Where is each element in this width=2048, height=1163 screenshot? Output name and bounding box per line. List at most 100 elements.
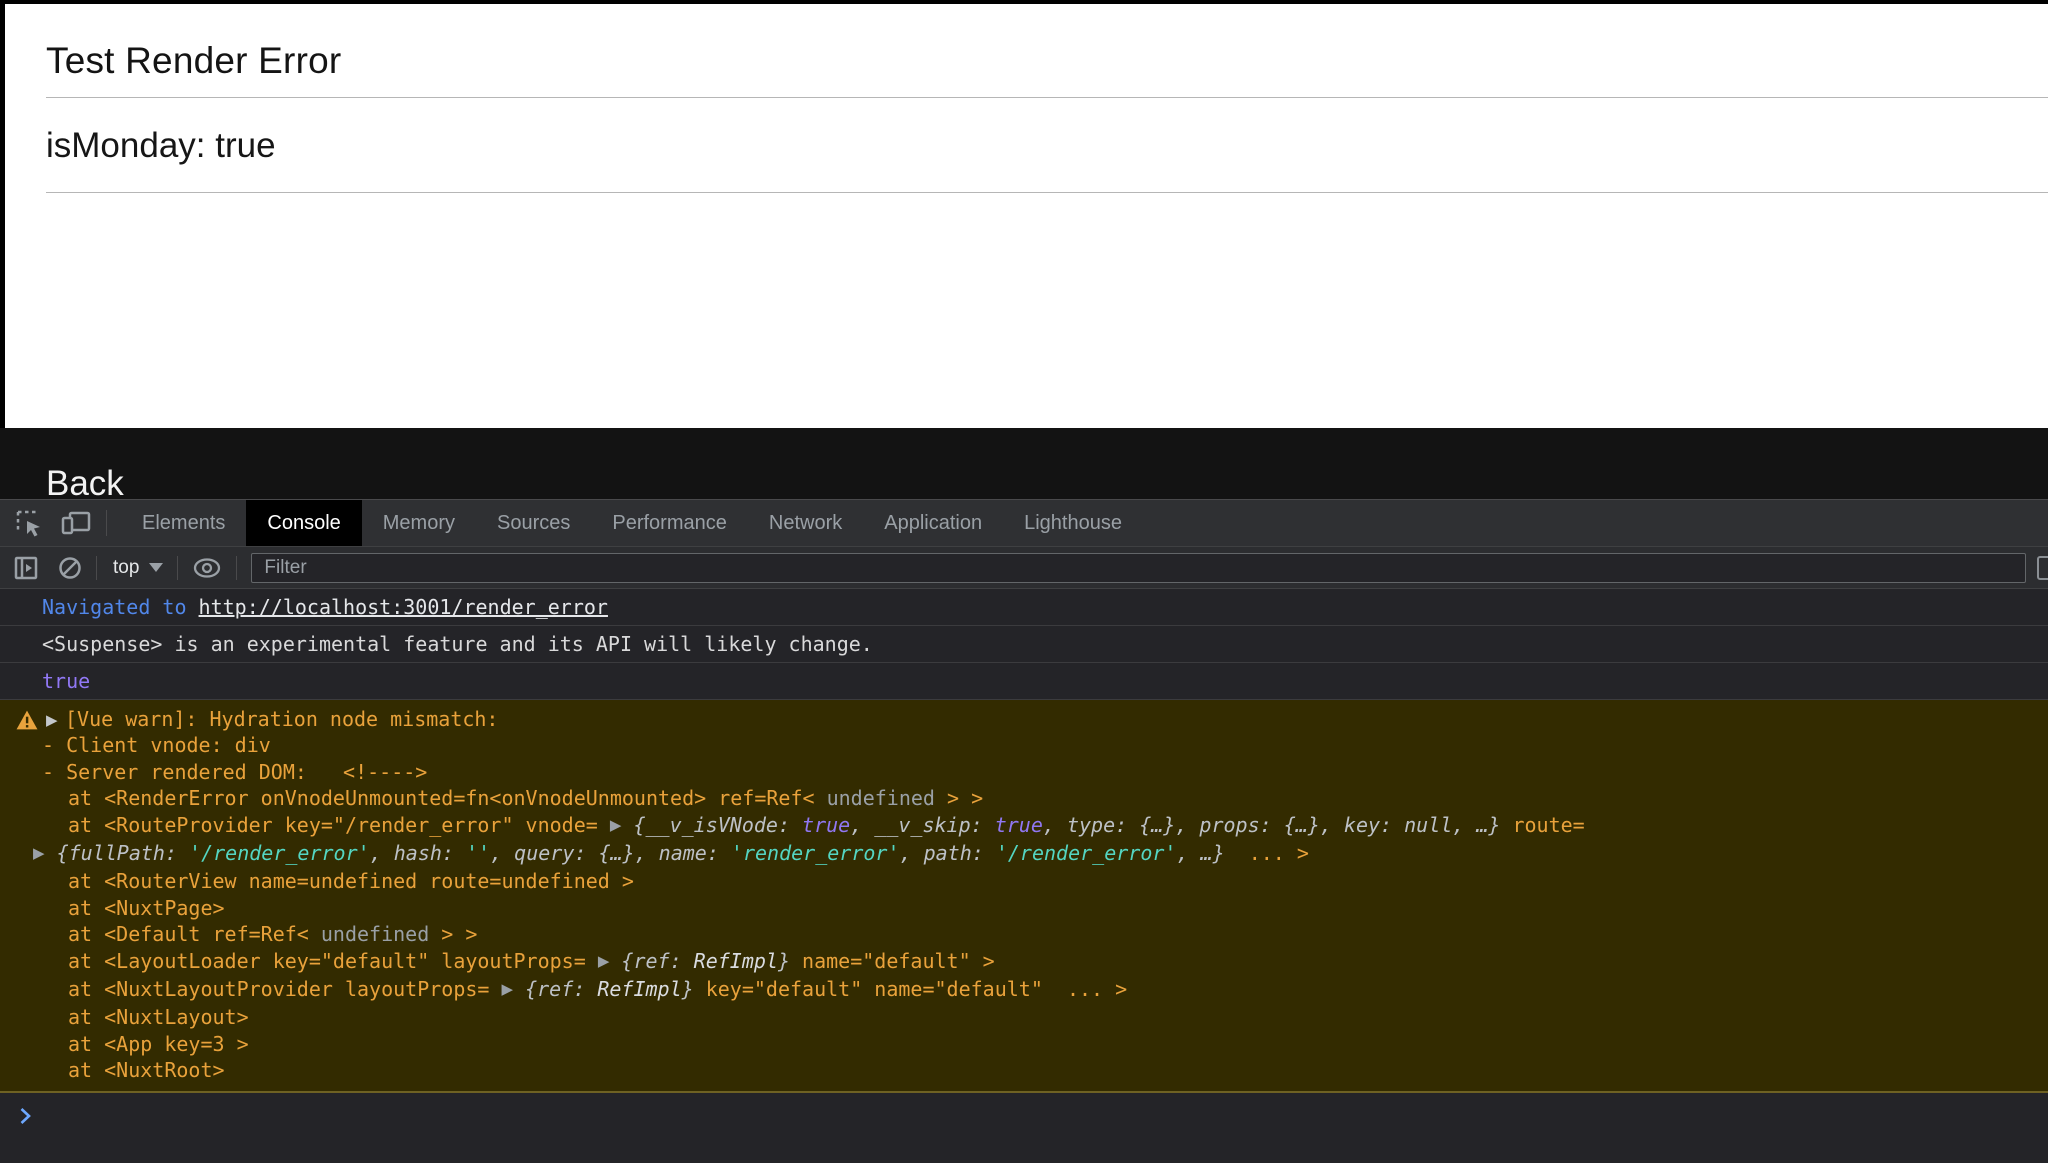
console-text: , type: {…}, props: {…}, key: null, …}: [1043, 813, 1501, 837]
console-text: at <NuxtRoot>: [68, 1058, 225, 1082]
tab-elements[interactable]: Elements: [121, 500, 246, 546]
console-text: at <App key=3 >: [68, 1032, 249, 1056]
live-expression-eye-icon[interactable]: [192, 557, 222, 579]
warning-line: at <NuxtLayoutProvider layoutProps= ▶ {r…: [0, 976, 2048, 1004]
warning-triangle-icon: [16, 710, 38, 730]
console-text: , hash:: [370, 841, 466, 865]
console-text: - Client vnode: div: [42, 733, 271, 757]
chevron-down-icon[interactable]: [149, 563, 163, 572]
console-text: at <Default ref=Ref<: [68, 922, 321, 946]
expand-triangle-icon[interactable]: ▶: [46, 707, 58, 733]
divider: [106, 510, 107, 536]
expand-triangle-icon[interactable]: ▶: [501, 976, 513, 1002]
console-text: '': [466, 841, 490, 865]
console-text: }: [682, 977, 694, 1001]
console-sidebar-icon[interactable]: [14, 556, 38, 580]
console-message: Navigated to http://localhost:3001/rende…: [0, 589, 2048, 626]
divider: [46, 192, 2048, 193]
warning-line: ▶ [Vue warn]: Hydration node mismatch:: [0, 706, 2048, 732]
console-text: , __v_skip:: [850, 813, 995, 837]
console-text: at <RenderError onVnodeUnmounted=fn<onVn…: [68, 786, 827, 810]
warning-line: at <RenderError onVnodeUnmounted=fn<onVn…: [0, 785, 2048, 811]
tab-console[interactable]: Console: [246, 500, 361, 546]
context-selector[interactable]: top: [113, 557, 139, 579]
console-text: {ref:: [525, 977, 597, 1001]
console-text: <Suspense> is an experimental feature an…: [42, 632, 873, 656]
chevron-right-icon: [18, 1105, 33, 1127]
console-text: , …}: [1176, 841, 1224, 865]
expand-triangle-icon[interactable]: ▶: [33, 840, 45, 866]
warning-line: ▶ {fullPath: '/render_error', hash: '', …: [0, 840, 2048, 868]
console-text: true: [802, 813, 850, 837]
clear-console-icon[interactable]: [58, 556, 82, 580]
console-text: '/render_error': [189, 841, 370, 865]
device-toolbar-icon[interactable]: [60, 508, 92, 538]
filter-input[interactable]: [251, 553, 2026, 583]
tab-lighthouse[interactable]: Lighthouse: [1003, 500, 1143, 546]
divider: [96, 556, 97, 580]
console-text: > >: [935, 786, 983, 810]
divider: [46, 97, 2048, 98]
devtools-tabbar: ElementsConsoleMemorySourcesPerformanceN…: [0, 500, 2048, 547]
console-text: key="default" name="default" ... >: [694, 977, 1127, 1001]
console-link-url[interactable]: http://localhost:3001/render_error: [199, 595, 608, 619]
status-line: isMonday: true: [46, 126, 276, 166]
expand-triangle-icon[interactable]: ▶: [598, 948, 610, 974]
console-text: at <RouterView name=undefined route=unde…: [68, 869, 634, 893]
screenshot-root: Test Render Error isMonday: true Back E: [0, 0, 2048, 1163]
devtools-tabs: ElementsConsoleMemorySourcesPerformanceN…: [121, 500, 1143, 546]
console-text: RefImpl: [597, 977, 681, 1001]
console-text: undefined: [321, 922, 429, 946]
console-text: }: [778, 949, 790, 973]
console-message: true: [0, 663, 2048, 700]
console-text: route=: [1500, 813, 1584, 837]
divider: [236, 556, 237, 580]
page-footer-section: Back: [0, 428, 2048, 499]
console-text: 'render_error': [731, 841, 900, 865]
warning-line: at <LayoutLoader key="default" layoutPro…: [0, 948, 2048, 976]
console-text: at <LayoutLoader key="default" layoutPro…: [68, 949, 598, 973]
console-text: '/render_error': [996, 841, 1177, 865]
warning-line: at <App key=3 >: [0, 1031, 2048, 1057]
console-text: {ref:: [621, 949, 693, 973]
console-text: [45, 841, 57, 865]
console-text: [513, 977, 525, 1001]
expand-triangle-icon[interactable]: ▶: [610, 812, 622, 838]
console-text: {fullPath:: [57, 841, 189, 865]
console-text: [609, 949, 621, 973]
console-text: , query: {…}, name:: [490, 841, 731, 865]
divider: [177, 556, 178, 580]
console-text: - Server rendered DOM: <!---->: [42, 760, 427, 784]
console-text: at <NuxtLayout>: [68, 1005, 249, 1029]
browser-page: Test Render Error isMonday: true: [5, 4, 2048, 428]
tab-memory[interactable]: Memory: [362, 500, 476, 546]
warning-line: - Server rendered DOM: <!---->: [0, 759, 2048, 785]
console-text: RefImpl: [694, 949, 778, 973]
console-text: at <NuxtLayoutProvider layoutProps=: [68, 977, 501, 1001]
back-link[interactable]: Back: [46, 464, 124, 499]
console-output: Navigated to http://localhost:3001/rende…: [0, 589, 2048, 1163]
console-text: true: [995, 813, 1043, 837]
tab-sources[interactable]: Sources: [476, 500, 591, 546]
console-text: [Vue warn]: Hydration node mismatch:: [65, 707, 498, 731]
console-warning-group: ▶ [Vue warn]: Hydration node mismatch:- C…: [0, 700, 2048, 1093]
tab-application[interactable]: Application: [863, 500, 1003, 546]
clipped-toolbar-icon: [2037, 556, 2048, 580]
console-text: > >: [429, 922, 477, 946]
console-prompt[interactable]: [0, 1093, 2048, 1163]
tab-network[interactable]: Network: [748, 500, 863, 546]
console-text: {__v_isVNode:: [633, 813, 802, 837]
console-text: undefined: [827, 786, 935, 810]
warning-line: at <RouteProvider key="/render_error" vn…: [0, 812, 2048, 840]
console-text: name="default" >: [790, 949, 995, 973]
warning-line: at <Default ref=Ref< undefined > >: [0, 921, 2048, 947]
warning-line: at <NuxtRoot>: [0, 1057, 2048, 1083]
console-text: ... >: [1225, 841, 1309, 865]
console-text: at <RouteProvider key="/render_error" vn…: [68, 813, 610, 837]
inspect-element-icon[interactable]: [14, 508, 44, 538]
warning-line: at <NuxtPage>: [0, 895, 2048, 921]
console-text: Navigated to: [42, 595, 199, 619]
console-text: true: [42, 669, 90, 693]
tab-performance[interactable]: Performance: [591, 500, 748, 546]
warning-line: at <NuxtLayout>: [0, 1004, 2048, 1030]
